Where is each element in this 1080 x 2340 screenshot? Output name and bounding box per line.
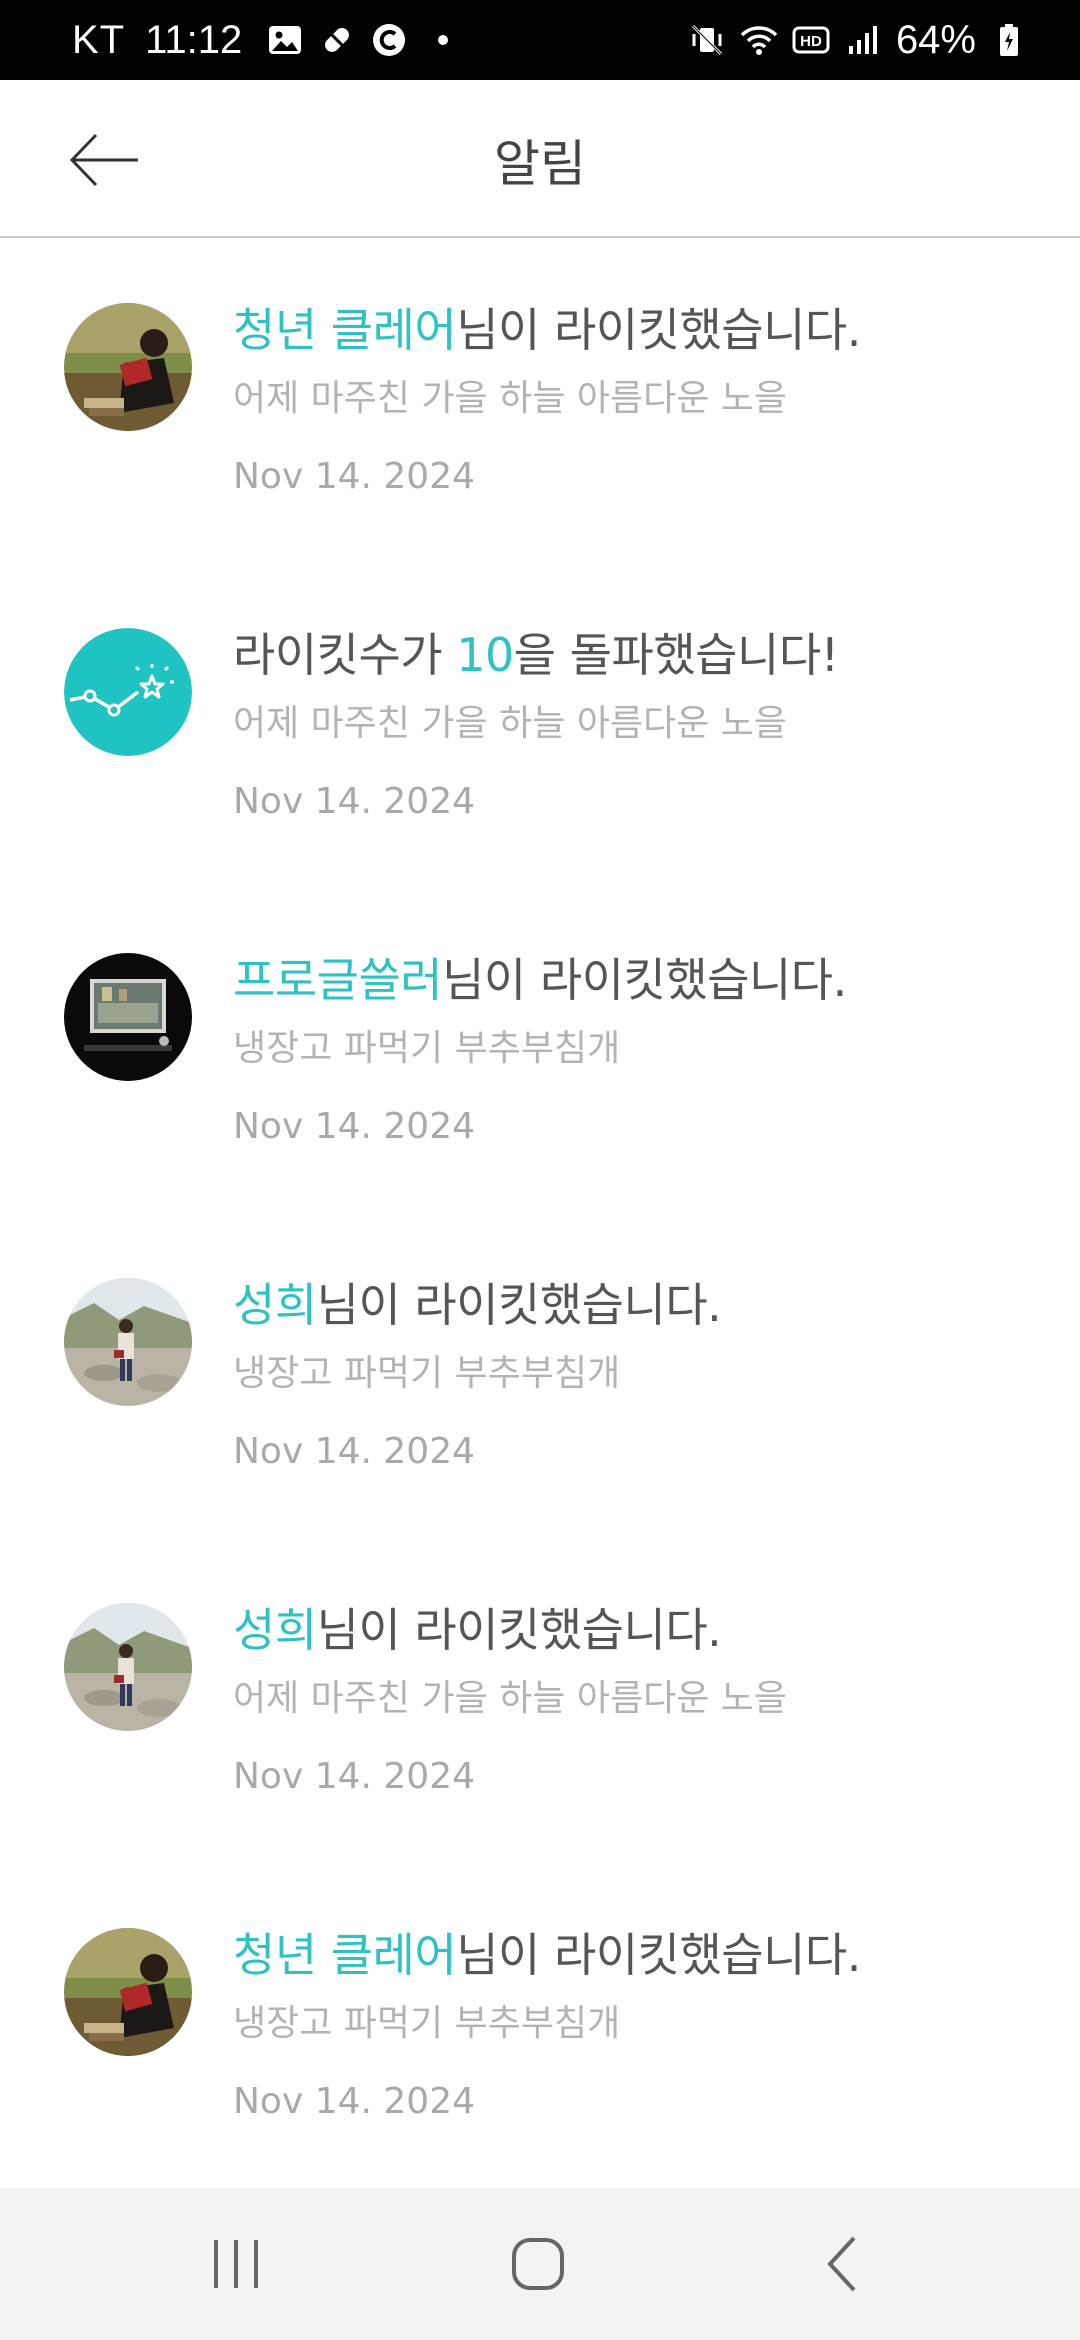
avatar bbox=[64, 628, 192, 756]
reader-photo bbox=[64, 1928, 192, 2056]
pill-icon bbox=[318, 21, 356, 59]
notification-message: 님이 라이킷했습니다. bbox=[456, 1928, 861, 1982]
notification-dot bbox=[438, 35, 449, 45]
battery-charging-icon bbox=[990, 21, 1028, 59]
carrier-label: KT bbox=[72, 17, 126, 62]
stream-photo bbox=[64, 1603, 192, 1731]
notification-message: 님이 라이킷했습니다. bbox=[456, 303, 861, 357]
notification-post-title: 어제 마주친 가을 하늘 아름다운 노을 bbox=[233, 1678, 788, 1719]
notification-message: 님이 라이킷했습니다. bbox=[316, 1603, 722, 1657]
notification-date: Nov 14. 2024 bbox=[233, 1106, 476, 1147]
c-circle-icon bbox=[370, 21, 408, 59]
wifi-icon bbox=[740, 21, 778, 59]
notification-user[interactable]: 프로글쓸러 bbox=[233, 953, 443, 1007]
notification-title: 성희님이 라이킷했습니다. bbox=[233, 1273, 1040, 1337]
notification-date: Nov 14. 2024 bbox=[233, 1756, 476, 1797]
hd-icon: HD bbox=[792, 21, 830, 59]
notification-message: 님이 라이킷했습니다. bbox=[442, 953, 847, 1007]
notification-date: Nov 14. 2024 bbox=[233, 781, 476, 822]
notification-title: 청년 클레어님이 라이킷했습니다. bbox=[233, 1923, 1040, 1987]
notification-count: 10 bbox=[456, 628, 514, 682]
avatar[interactable] bbox=[64, 1603, 192, 1731]
notification-post-title: 냉장고 파먹기 부추부침개 bbox=[233, 1028, 621, 1069]
notification-item[interactable]: 성희님이 라이킷했습니다. 어제 마주친 가을 하늘 아름다운 노을 Nov 1… bbox=[0, 1540, 1080, 1865]
notification-user[interactable]: 성희 bbox=[233, 1278, 317, 1332]
notification-date: Nov 14. 2024 bbox=[233, 2081, 476, 2122]
notification-item[interactable]: 청년 클레어님이 라이킷했습니다. 어제 마주친 가을 하늘 아름다운 노을 N… bbox=[0, 240, 1080, 565]
clock: 11:12 bbox=[145, 17, 243, 62]
avatar[interactable] bbox=[64, 953, 192, 1081]
notification-user[interactable]: 성희 bbox=[233, 1603, 317, 1657]
home-icon bbox=[512, 2238, 564, 2290]
recents-icon bbox=[214, 2240, 258, 2288]
notification-date: Nov 14. 2024 bbox=[233, 456, 476, 497]
notification-post-title: 냉장고 파먹기 부추부침개 bbox=[233, 1353, 621, 1394]
notification-post-title: 냉장고 파먹기 부추부침개 bbox=[233, 2003, 621, 2044]
avatar[interactable] bbox=[64, 1928, 192, 2056]
notification-item[interactable]: 청년 클레어님이 라이킷했습니다. 냉장고 파먹기 부추부침개 Nov 14. … bbox=[0, 1865, 1080, 2190]
notification-user[interactable]: 청년 클레어 bbox=[233, 1928, 457, 1982]
battery-percentage: 64% bbox=[895, 17, 976, 62]
system-back-button[interactable] bbox=[792, 2228, 892, 2300]
reader-photo bbox=[64, 303, 192, 431]
notification-message-prefix: 라이킷수가 bbox=[233, 628, 457, 682]
back-chevron-icon bbox=[827, 2236, 856, 2292]
notification-message: 을 돌파했습니다! bbox=[513, 628, 839, 682]
status-bar: KT 11:12 HD 64% bbox=[0, 0, 1080, 80]
notification-message: 님이 라이킷했습니다. bbox=[316, 1278, 722, 1332]
notification-item[interactable]: 성희님이 라이킷했습니다. 냉장고 파먹기 부추부침개 Nov 14. 2024 bbox=[0, 1215, 1080, 1540]
home-button[interactable] bbox=[488, 2228, 588, 2300]
notification-item[interactable]: 프로글쓸러님이 라이킷했습니다. 냉장고 파먹기 부추부침개 Nov 14. 2… bbox=[0, 890, 1080, 1215]
notification-title: 청년 클레어님이 라이킷했습니다. bbox=[233, 298, 1040, 362]
notification-date: Nov 14. 2024 bbox=[233, 1431, 476, 1472]
system-nav-bar bbox=[0, 2188, 1080, 2340]
notification-title: 프로글쓸러님이 라이킷했습니다. bbox=[233, 948, 1040, 1012]
stream-photo bbox=[64, 1278, 192, 1406]
notification-user[interactable]: 청년 클레어 bbox=[233, 303, 457, 357]
avatar[interactable] bbox=[64, 1278, 192, 1406]
avatar[interactable] bbox=[64, 303, 192, 431]
notification-list: 청년 클레어님이 라이킷했습니다. 어제 마주친 가을 하늘 아름다운 노을 N… bbox=[0, 240, 1080, 2190]
mute-vibrate-icon bbox=[688, 21, 726, 59]
notification-title: 성희님이 라이킷했습니다. bbox=[233, 1598, 1040, 1662]
recents-button[interactable] bbox=[186, 2228, 286, 2300]
notification-item[interactable]: 라이킷수가 10을 돌파했습니다! 어제 마주친 가을 하늘 아름다운 노을 N… bbox=[0, 565, 1080, 890]
app-bar: 알림 bbox=[0, 80, 1080, 238]
lecture-photo bbox=[64, 953, 192, 1081]
image-icon bbox=[266, 21, 304, 59]
signal-icon bbox=[844, 21, 882, 59]
notification-title: 라이킷수가 10을 돌파했습니다! bbox=[233, 623, 1040, 687]
notification-post-title: 어제 마주친 가을 하늘 아름다운 노을 bbox=[233, 703, 788, 744]
page-title: 알림 bbox=[494, 135, 586, 193]
svg-text:HD: HD bbox=[800, 33, 822, 50]
notification-post-title: 어제 마주친 가을 하늘 아름다운 노을 bbox=[233, 378, 788, 419]
milestone-star-icon bbox=[64, 628, 192, 756]
